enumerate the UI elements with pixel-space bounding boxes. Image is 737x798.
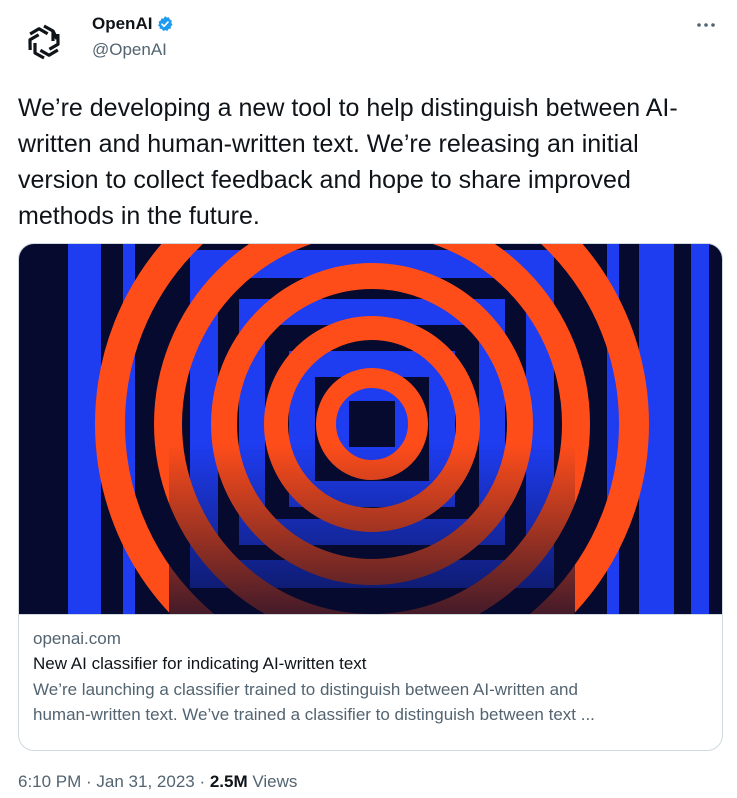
card-meta: openai.com New AI classifier for indicat… [19,614,722,727]
tweet-text: We’re developing a new tool to help dist… [18,94,678,230]
tweet-footer: 6:10 PM · Jan 31, 2023 · 2.5M Views [18,772,297,792]
views-label: Views [247,772,298,791]
tweet-time[interactable]: 6:10 PM [18,772,81,791]
author-handle[interactable]: @OpenAI [92,40,167,60]
openai-logo-icon [28,24,60,60]
separator: · [194,772,210,791]
verified-badge-icon [158,16,173,31]
card-domain: openai.com [33,629,121,648]
avatar[interactable] [18,16,70,68]
more-options-icon [697,23,715,27]
separator: · [81,772,97,791]
views-count: 2.5M [209,772,248,791]
card-image [19,244,722,614]
author-name[interactable]: OpenAI [92,14,152,34]
link-preview-card[interactable]: openai.com New AI classifier for indicat… [18,243,723,751]
card-description: We’re launching a classifier trained to … [33,680,595,724]
author-name-row[interactable]: OpenAI [92,14,174,34]
card-title: New AI classifier for indicating AI-writ… [33,654,367,673]
more-options-button[interactable] [693,12,719,38]
tweet-date[interactable]: Jan 31, 2023 [96,772,194,791]
